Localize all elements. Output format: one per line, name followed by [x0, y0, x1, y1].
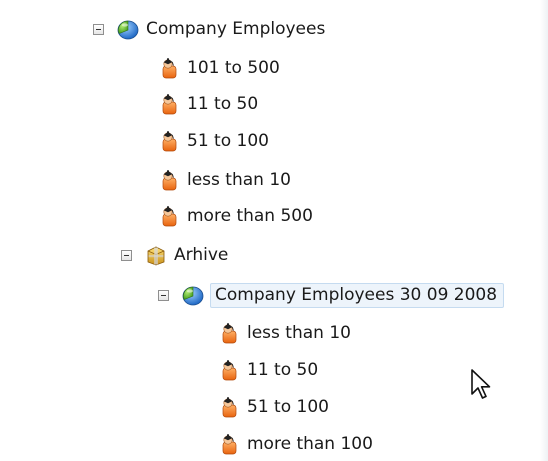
tree-node-label[interactable]: 11 to 50	[246, 358, 322, 383]
tree-node-101-to-500[interactable]: 101 to 500	[158, 53, 284, 83]
tree-node-label[interactable]: Company Employees	[145, 17, 329, 42]
employee-icon	[218, 396, 240, 418]
tree-node-company-employees-30-09-2008[interactable]: Company Employees 30 09 2008	[158, 280, 505, 310]
employee-icon	[158, 169, 180, 191]
employee-icon	[218, 433, 240, 455]
tree-node-snapshot-less-than-10[interactable]: less than 10	[218, 318, 355, 348]
tree-node-less-than-10[interactable]: less than 10	[158, 165, 295, 195]
tree-node-snapshot-11-to-50[interactable]: 11 to 50	[218, 355, 322, 385]
pie-chart-icon	[182, 284, 204, 306]
tree-node-label[interactable]: more than 500	[186, 204, 317, 229]
pie-chart-icon	[117, 18, 139, 40]
archive-box-icon	[145, 244, 167, 266]
tree-node-label[interactable]: 11 to 50	[186, 92, 262, 117]
collapse-toggle-archive[interactable]	[121, 249, 132, 261]
tree-node-51-to-100[interactable]: 51 to 100	[158, 126, 273, 156]
tree-node-label[interactable]: less than 10	[246, 321, 355, 346]
tree-panel: Company Employees 101 to 500 11 to 50 51…	[0, 0, 548, 461]
employee-icon	[218, 322, 240, 344]
arrow-cursor-icon	[471, 369, 491, 399]
tree-node-label[interactable]: more than 100	[246, 432, 377, 457]
tree-node-snapshot-51-to-100[interactable]: 51 to 100	[218, 392, 333, 422]
employee-icon	[158, 93, 180, 115]
collapse-toggle-root[interactable]	[93, 23, 104, 35]
employee-icon	[218, 359, 240, 381]
tree-node-snapshot-more-than-100[interactable]: more than 100	[218, 429, 377, 459]
employee-icon	[158, 205, 180, 227]
tree-node-label[interactable]: Arhive	[173, 243, 232, 268]
tree-node-label-selected[interactable]: Company Employees 30 09 2008	[210, 282, 505, 308]
tree-node-11-to-50[interactable]: 11 to 50	[158, 89, 262, 119]
tree-node-label[interactable]: 51 to 100	[186, 129, 273, 154]
panel-edge	[540, 0, 548, 461]
tree-node-more-than-500[interactable]: more than 500	[158, 201, 317, 231]
tree-node-label[interactable]: 51 to 100	[246, 395, 333, 420]
employee-icon	[158, 130, 180, 152]
tree-node-company-employees[interactable]: Company Employees	[93, 14, 329, 44]
tree-node-label[interactable]: 101 to 500	[186, 56, 284, 81]
collapse-toggle-snapshot[interactable]	[158, 289, 169, 301]
tree-node-arhive[interactable]: Arhive	[121, 240, 232, 270]
tree-node-label[interactable]: less than 10	[186, 168, 295, 193]
employee-icon	[158, 57, 180, 79]
